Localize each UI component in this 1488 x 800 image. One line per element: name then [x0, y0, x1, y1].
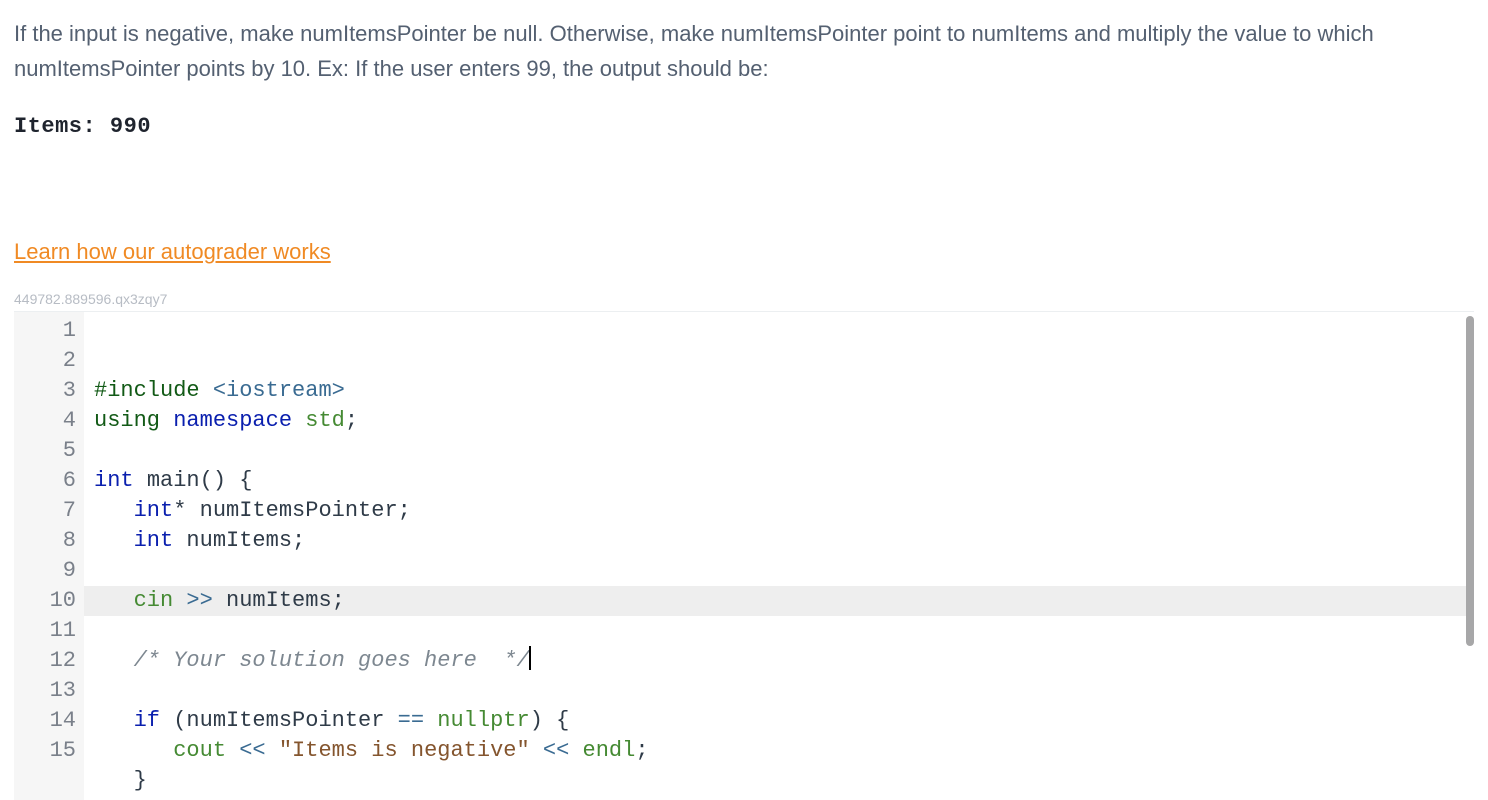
line-number: 6	[14, 466, 76, 496]
line-number: 5	[14, 436, 76, 466]
code-line[interactable]: int* numItemsPointer;	[94, 496, 1474, 526]
code-line[interactable]: cin >> numItems;	[94, 586, 1474, 616]
learn-autograder-link[interactable]: Learn how our autograder works	[14, 239, 331, 265]
line-number: 9	[14, 556, 76, 586]
line-number: 2	[14, 346, 76, 376]
code-line[interactable]: /* Your solution goes here */	[94, 646, 1474, 676]
code-line[interactable]: int numItems;	[94, 526, 1474, 556]
code-line[interactable]: cout << "Items is negative" << endl;	[94, 736, 1474, 766]
line-number: 12	[14, 646, 76, 676]
line-number: 7	[14, 496, 76, 526]
line-number: 3	[14, 376, 76, 406]
code-editor[interactable]: 123456789101112131415 #include <iostream…	[14, 311, 1474, 800]
line-number: 13	[14, 676, 76, 706]
sample-output: Items: 990	[14, 114, 1474, 139]
code-line[interactable]: if (numItemsPointer == nullptr) {	[94, 706, 1474, 736]
line-number: 1	[14, 316, 76, 346]
code-line[interactable]: else {	[94, 796, 1474, 800]
code-area[interactable]: #include <iostream>using namespace std; i…	[84, 312, 1474, 800]
line-number-gutter: 123456789101112131415	[14, 312, 84, 800]
line-number: 8	[14, 526, 76, 556]
code-line[interactable]: }	[94, 766, 1474, 796]
code-line[interactable]	[94, 616, 1474, 646]
prompt-text: If the input is negative, make numItemsP…	[14, 16, 1474, 86]
code-line[interactable]	[94, 676, 1474, 706]
line-number: 15	[14, 736, 76, 766]
code-line[interactable]: using namespace std;	[94, 406, 1474, 436]
line-number: 4	[14, 406, 76, 436]
line-number: 11	[14, 616, 76, 646]
line-number: 14	[14, 706, 76, 736]
code-line[interactable]	[94, 556, 1474, 586]
code-line[interactable]: int main() {	[94, 466, 1474, 496]
text-cursor	[529, 646, 531, 670]
page-container: If the input is negative, make numItemsP…	[0, 0, 1488, 800]
code-line[interactable]	[94, 436, 1474, 466]
line-number: 10	[14, 586, 76, 616]
code-line[interactable]: #include <iostream>	[94, 376, 1474, 406]
question-id: 449782.889596.qx3zqy7	[14, 291, 1474, 307]
